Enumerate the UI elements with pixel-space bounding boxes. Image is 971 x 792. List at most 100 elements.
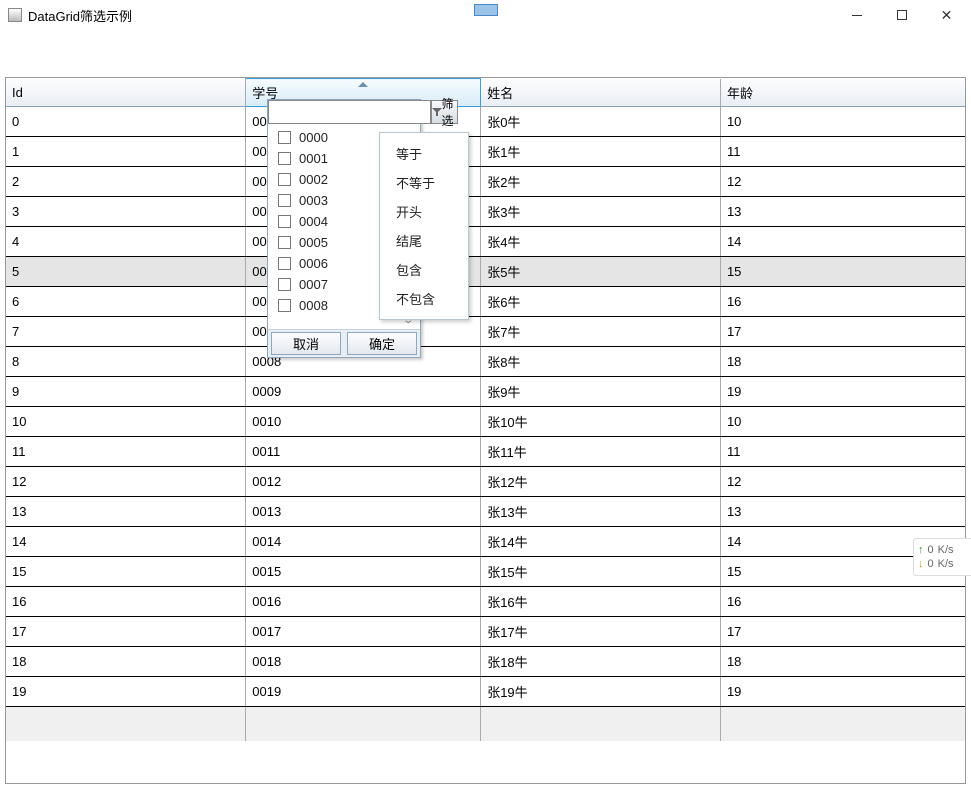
maximize-button[interactable] <box>879 1 924 29</box>
table-row[interactable]: 110011张11牛11 <box>6 437 965 467</box>
filter-ok-button[interactable]: 确定 <box>347 332 417 355</box>
table-row[interactable]: 100010张10牛10 <box>6 407 965 437</box>
cell-id[interactable]: 8 <box>6 347 246 377</box>
cell-id[interactable]: 17 <box>6 617 246 647</box>
cell-age[interactable]: 15 <box>720 257 965 287</box>
cell-age[interactable]: 12 <box>720 167 965 197</box>
filter-op-item[interactable]: 不等于 <box>380 168 468 197</box>
filter-op-item[interactable]: 不包含 <box>380 284 468 313</box>
cell-id[interactable]: 12 <box>6 467 246 497</box>
cell-id[interactable]: 4 <box>6 227 246 257</box>
table-row[interactable]: 180018张18牛18 <box>6 647 965 677</box>
column-header-age[interactable]: 年龄 <box>720 79 965 107</box>
cell-age[interactable]: 10 <box>720 107 965 137</box>
table-row[interactable]: 160016张16牛16 <box>6 587 965 617</box>
cell-name[interactable]: 张11牛 <box>481 437 721 467</box>
cell-name[interactable]: 张4牛 <box>481 227 721 257</box>
table-row[interactable]: 130013张13牛13 <box>6 497 965 527</box>
table-row[interactable]: 70007张7牛17 <box>6 317 965 347</box>
cell-code[interactable]: 0014 <box>246 527 481 557</box>
checkbox-icon[interactable] <box>278 194 291 207</box>
cell-id[interactable]: 3 <box>6 197 246 227</box>
checkbox-icon[interactable] <box>278 131 291 144</box>
cell-age[interactable]: 17 <box>720 617 965 647</box>
cell-age[interactable]: 16 <box>720 287 965 317</box>
cell-age[interactable]: 18 <box>720 647 965 677</box>
cell-code[interactable]: 0013 <box>246 497 481 527</box>
cell-age[interactable]: 17 <box>720 317 965 347</box>
cell-id[interactable]: 0 <box>6 107 246 137</box>
cell-age[interactable]: 19 <box>720 677 965 707</box>
table-row[interactable]: 120012张12牛12 <box>6 467 965 497</box>
cell-id[interactable]: 6 <box>6 287 246 317</box>
cell-name[interactable]: 张15牛 <box>481 557 721 587</box>
cell-age[interactable]: 13 <box>720 497 965 527</box>
cell-name[interactable]: 张14牛 <box>481 527 721 557</box>
table-row[interactable]: 30003张3牛13 <box>6 197 965 227</box>
table-row[interactable]: 00000张0牛10 <box>6 107 965 137</box>
table-row[interactable]: 20002张2牛12 <box>6 167 965 197</box>
cell-code[interactable]: 0009 <box>246 377 481 407</box>
table-row[interactable]: 150015张15牛15 <box>6 557 965 587</box>
cell-name[interactable]: 张18牛 <box>481 647 721 677</box>
cell-name[interactable]: 张12牛 <box>481 467 721 497</box>
table-row[interactable]: 60006张6牛16 <box>6 287 965 317</box>
table-row[interactable]: 80008张8牛18 <box>6 347 965 377</box>
cell-name[interactable]: 张9牛 <box>481 377 721 407</box>
cell-id[interactable]: 16 <box>6 587 246 617</box>
cell-code[interactable]: 0019 <box>246 677 481 707</box>
checkbox-icon[interactable] <box>278 173 291 186</box>
cell-name[interactable]: 张6牛 <box>481 287 721 317</box>
filter-op-item[interactable]: 结尾 <box>380 226 468 255</box>
checkbox-icon[interactable] <box>278 278 291 291</box>
cell-age[interactable]: 14 <box>720 227 965 257</box>
cell-age[interactable]: 18 <box>720 347 965 377</box>
cell-name[interactable]: 张16牛 <box>481 587 721 617</box>
cell-id[interactable]: 15 <box>6 557 246 587</box>
cell-code[interactable]: 0010 <box>246 407 481 437</box>
cell-id[interactable]: 19 <box>6 677 246 707</box>
table-row[interactable]: 50005张5牛15 <box>6 257 965 287</box>
table-row[interactable]: 90009张9牛19 <box>6 377 965 407</box>
table-row[interactable]: 190019张19牛19 <box>6 677 965 707</box>
cell-id[interactable]: 2 <box>6 167 246 197</box>
cell-id[interactable]: 7 <box>6 317 246 347</box>
cell-id[interactable]: 5 <box>6 257 246 287</box>
cell-name[interactable]: 张8牛 <box>481 347 721 377</box>
cell-age[interactable]: 11 <box>720 437 965 467</box>
column-header-id[interactable]: Id <box>6 79 246 107</box>
checkbox-icon[interactable] <box>278 236 291 249</box>
filter-search-input[interactable] <box>268 100 431 124</box>
cell-id[interactable]: 10 <box>6 407 246 437</box>
cell-age[interactable]: 16 <box>720 587 965 617</box>
cell-age[interactable]: 12 <box>720 467 965 497</box>
cell-name[interactable]: 张7牛 <box>481 317 721 347</box>
checkbox-icon[interactable] <box>278 152 291 165</box>
cell-name[interactable]: 张13牛 <box>481 497 721 527</box>
cell-age[interactable]: 11 <box>720 137 965 167</box>
cell-code[interactable]: 0012 <box>246 467 481 497</box>
table-row[interactable]: 170017张17牛17 <box>6 617 965 647</box>
cell-id[interactable]: 18 <box>6 647 246 677</box>
cell-code[interactable]: 0015 <box>246 557 481 587</box>
cell-id[interactable]: 9 <box>6 377 246 407</box>
cell-name[interactable]: 张19牛 <box>481 677 721 707</box>
cell-age[interactable]: 19 <box>720 377 965 407</box>
cell-id[interactable]: 11 <box>6 437 246 467</box>
minimize-button[interactable] <box>834 1 879 29</box>
column-header-name[interactable]: 姓名 <box>481 79 721 107</box>
cell-name[interactable]: 张17牛 <box>481 617 721 647</box>
filter-cancel-button[interactable]: 取消 <box>271 332 341 355</box>
cell-code[interactable]: 0018 <box>246 647 481 677</box>
cell-code[interactable]: 0017 <box>246 617 481 647</box>
cell-id[interactable]: 1 <box>6 137 246 167</box>
cell-name[interactable]: 张1牛 <box>481 137 721 167</box>
cell-code[interactable]: 0011 <box>246 437 481 467</box>
filter-op-item[interactable]: 开头 <box>380 197 468 226</box>
cell-code[interactable]: 0016 <box>246 587 481 617</box>
cell-name[interactable]: 张0牛 <box>481 107 721 137</box>
checkbox-icon[interactable] <box>278 215 291 228</box>
filter-op-item[interactable]: 包含 <box>380 255 468 284</box>
cell-id[interactable]: 13 <box>6 497 246 527</box>
cell-name[interactable]: 张3牛 <box>481 197 721 227</box>
